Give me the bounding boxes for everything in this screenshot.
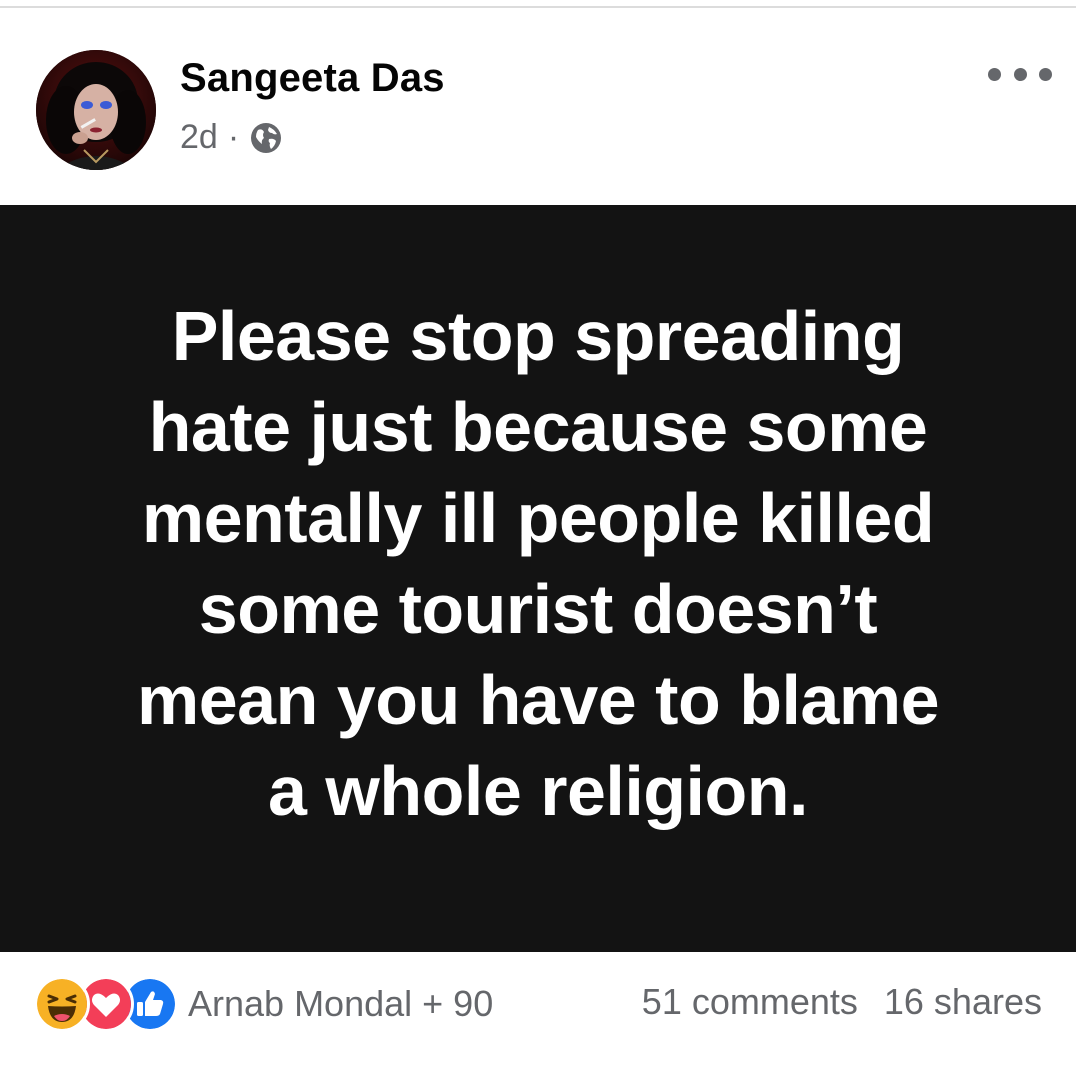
more-dot	[1039, 67, 1052, 81]
post-timestamp[interactable]: 2d	[180, 118, 218, 157]
post-text-line: mean you have to blame	[136, 660, 940, 739]
globe-icon[interactable]	[249, 121, 283, 155]
post-text-line: some tourist doesn’t	[198, 569, 878, 648]
comments-count[interactable]: 51 comments	[642, 981, 858, 1023]
haha-icon	[34, 976, 90, 1032]
reactions-summary[interactable]: Arnab Mondal + 90	[34, 976, 493, 1032]
post-card: Sangeeta Das 2d · Please stop spreading …	[0, 0, 1076, 1068]
post-header: Sangeeta Das 2d ·	[0, 8, 1076, 204]
post-meta: 2d ·	[180, 118, 283, 157]
reactors-text[interactable]: Arnab Mondal + 90	[188, 983, 493, 1025]
post-text: Please stop spreading hate just because …	[38, 291, 1038, 837]
more-dot	[1013, 67, 1027, 81]
shares-count[interactable]: 16 shares	[884, 981, 1042, 1023]
post-text-line: hate just because some	[148, 387, 928, 466]
post-footer: Arnab Mondal + 90 51 comments 16 shares	[0, 952, 1076, 1068]
meta-separator: ·	[227, 118, 240, 156]
engagement-counts: 51 comments 16 shares	[642, 981, 1042, 1023]
post-image[interactable]: Please stop spreading hate just because …	[0, 205, 1076, 952]
counts-spacer	[858, 981, 884, 1023]
avatar[interactable]	[36, 50, 156, 170]
post-text-line: mentally ill people killed	[141, 478, 935, 557]
more-options-button[interactable]	[988, 60, 1052, 88]
more-dot	[988, 67, 1001, 81]
post-text-line: a whole religion.	[268, 751, 808, 830]
post-text-line: Please stop spreading	[171, 296, 905, 375]
author-name[interactable]: Sangeeta Das	[180, 56, 445, 101]
